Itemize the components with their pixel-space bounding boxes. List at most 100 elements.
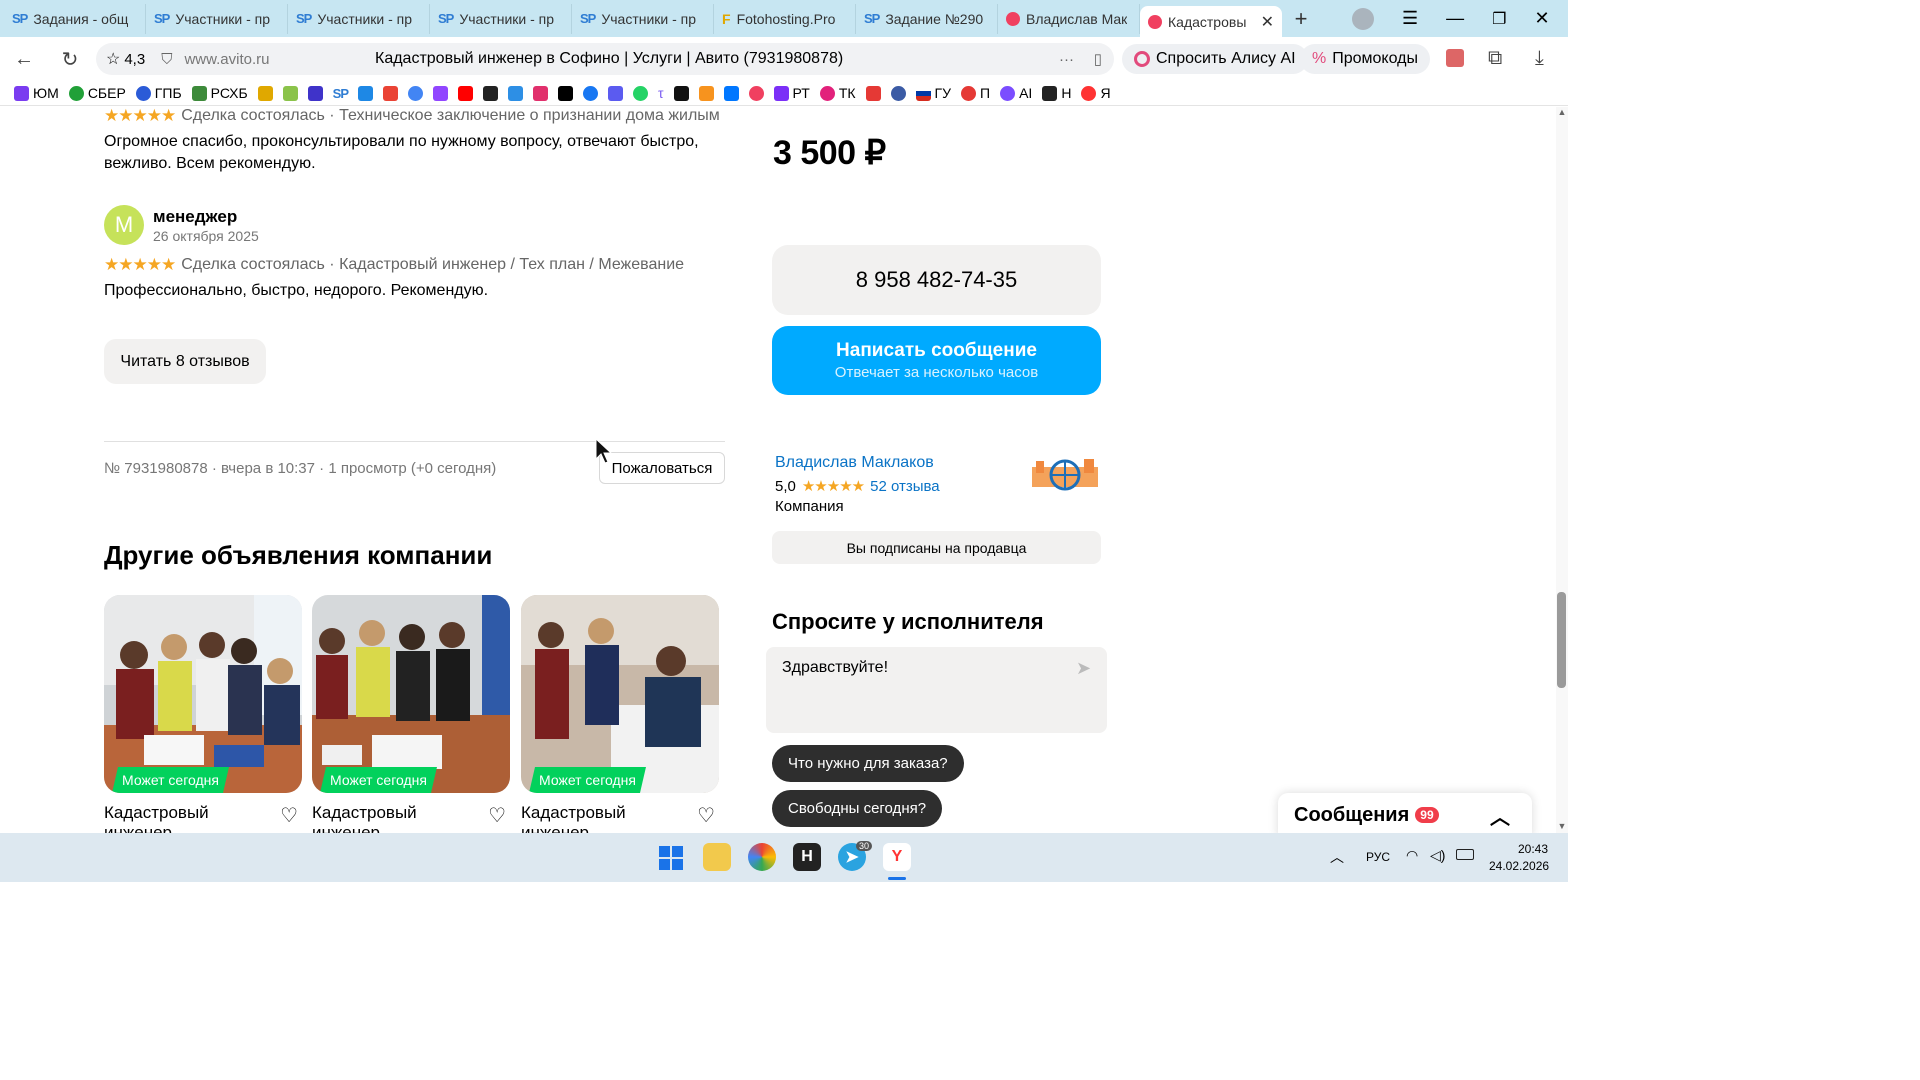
bookmark-item[interactable]: AI	[1000, 85, 1032, 101]
listing-card[interactable]: Может сегодня Кадастровый инженер ♡	[312, 595, 510, 833]
bookmark-icon[interactable]: ▯	[1094, 50, 1102, 68]
ask-alice-button[interactable]: Спросить Алису AI	[1122, 44, 1308, 74]
bookmark-item[interactable]: СБЕР	[68, 85, 126, 101]
scroll-down-arrow[interactable]: ▼	[1556, 821, 1568, 831]
browser-tab[interactable]: SP Участники - пр	[146, 3, 288, 34]
bookmark-item[interactable]: ГУ	[915, 85, 951, 101]
bookmark-item[interactable]	[723, 85, 739, 101]
favorite-heart-icon[interactable]: ♡	[280, 803, 298, 828]
bookmark-item[interactable]	[508, 85, 524, 101]
bookmark-item[interactable]	[890, 85, 906, 101]
profile-icon[interactable]	[1352, 7, 1374, 30]
bookmark-item[interactable]	[558, 85, 574, 101]
bookmark-item[interactable]: П	[961, 85, 990, 101]
bookmark-item[interactable]	[748, 85, 764, 101]
bookmark-item[interactable]	[483, 85, 499, 101]
minimize-icon[interactable]: —	[1446, 8, 1464, 29]
bookmark-item[interactable]	[633, 85, 649, 101]
close-tab-icon[interactable]: ✕	[1261, 12, 1274, 32]
promocodes-button[interactable]: % Промокоды	[1300, 44, 1430, 74]
listing-card[interactable]: Может сегодня Кадастровый инженер ♡	[521, 595, 719, 833]
back-icon[interactable]: ←	[4, 48, 44, 71]
scrollbar-thumb[interactable]	[1557, 592, 1566, 688]
bookmark-item[interactable]	[698, 85, 714, 101]
new-tab-button[interactable]: +	[1286, 4, 1316, 34]
quick-question-chip[interactable]: Свободны сегодня?	[772, 790, 943, 827]
listing-title[interactable]: Кадастровый инженер	[521, 803, 671, 833]
url-text[interactable]: www.avito.ru	[184, 51, 269, 68]
battery-icon[interactable]	[1456, 849, 1474, 860]
bookmark-item[interactable]	[433, 85, 449, 101]
browser-tab[interactable]: SP Участники - пр	[288, 3, 430, 34]
company-logo[interactable]	[1030, 455, 1100, 497]
read-reviews-button[interactable]: Читать 8 отзывов	[104, 339, 266, 384]
listing-photo[interactable]: Может сегодня	[104, 595, 302, 793]
bookmark-item[interactable]: Я	[1081, 85, 1111, 101]
listing-title[interactable]: Кадастровый инженер	[312, 803, 462, 833]
bookmark-item[interactable]	[533, 85, 549, 101]
chrome-icon[interactable]	[748, 843, 776, 871]
bookmark-item[interactable]	[583, 85, 599, 101]
restore-icon[interactable]: ❐	[1492, 9, 1506, 29]
browser-tab[interactable]: SP Участники - пр	[572, 3, 714, 34]
chevron-up-tray-icon[interactable]: ︿	[1330, 847, 1344, 867]
scrollbar[interactable]: ▲ ▼	[1556, 107, 1568, 833]
favorite-heart-icon[interactable]: ♡	[488, 803, 506, 828]
bookmark-item[interactable]	[865, 85, 881, 101]
messages-widget[interactable]: Сообщения 99 ︿	[1278, 793, 1532, 833]
h-app-icon[interactable]: H	[793, 843, 821, 871]
chevron-up-icon[interactable]: ︿	[1490, 801, 1510, 830]
listing-title[interactable]: Кадастровый инженер	[104, 803, 254, 833]
send-icon[interactable]: ➤	[1076, 658, 1091, 679]
browser-tab-active[interactable]: Кадастровы ✕	[1140, 6, 1282, 37]
bookmark-item[interactable]: РТ	[773, 85, 810, 101]
clock-date[interactable]: 24.02.2026	[1489, 859, 1549, 873]
bookmark-item[interactable]	[307, 85, 323, 101]
bookmark-item[interactable]	[383, 85, 399, 101]
bookmark-item[interactable]	[358, 85, 374, 101]
favorite-heart-icon[interactable]: ♡	[697, 803, 715, 828]
write-message-button[interactable]: Написать сообщение Отвечает за несколько…	[772, 326, 1101, 395]
listing-photo[interactable]: Может сегодня	[312, 595, 510, 793]
gallery-icon[interactable]	[1446, 49, 1464, 67]
browser-tab[interactable]: F Fotohosting.Pro	[714, 3, 856, 34]
wifi-icon[interactable]: ◠	[1406, 847, 1418, 864]
scroll-up-arrow[interactable]: ▲	[1556, 107, 1568, 117]
bookmark-item[interactable]: Н	[1042, 85, 1071, 101]
listing-photo[interactable]: Может сегодня	[521, 595, 719, 793]
bookmark-item[interactable]	[408, 85, 424, 101]
bookmark-item[interactable]: τ	[658, 85, 664, 101]
bookmark-item[interactable]	[458, 85, 474, 101]
file-explorer-icon[interactable]	[703, 843, 731, 871]
seller-name[interactable]: Владислав Маклаков	[775, 454, 934, 472]
url-box[interactable]: ☆ 4,3 ⛉ www.avito.ru Кадастровый инженер…	[96, 43, 1114, 75]
reload-icon[interactable]: ↻	[50, 47, 90, 72]
seller-reviews-link[interactable]: 52 отзыва	[870, 478, 940, 495]
clock-time[interactable]: 20:43	[1518, 842, 1548, 856]
phone-number-button[interactable]: 8 958 482-74-35	[772, 245, 1101, 315]
complain-button[interactable]: Пожаловаться	[599, 452, 725, 484]
listing-card[interactable]: Может сегодня Кадастровый инженер ♡	[104, 595, 302, 833]
browser-tab[interactable]: SP Задание №290	[856, 3, 998, 34]
bookmark-item[interactable]	[282, 85, 298, 101]
volume-icon[interactable]: ◁)	[1430, 847, 1445, 864]
windows-start-icon[interactable]	[659, 846, 683, 870]
browser-tab[interactable]: SP Участники - пр	[430, 3, 572, 34]
bookmark-item[interactable]	[257, 85, 273, 101]
browser-tab[interactable]: Владислав Мак	[998, 3, 1140, 34]
menu-icon[interactable]: ☰	[1402, 8, 1418, 29]
bookmark-item[interactable]: ЮМ	[14, 85, 59, 101]
close-window-icon[interactable]: ✕	[1534, 8, 1549, 29]
download-icon[interactable]: ⤓	[1535, 47, 1544, 70]
subscribed-button[interactable]: Вы подписаны на продавца	[772, 531, 1101, 564]
extensions-icon[interactable]: ⧉	[1488, 47, 1502, 70]
bookmark-item[interactable]: ТК	[819, 85, 856, 101]
more-icon[interactable]: ···	[1059, 51, 1074, 68]
quick-question-chip[interactable]: Что нужно для заказа?	[772, 745, 964, 782]
language-indicator[interactable]: РУС	[1366, 850, 1390, 864]
yandex-browser-icon[interactable]: Y	[883, 843, 911, 871]
browser-tab[interactable]: SP Задания - общ	[4, 3, 146, 34]
bookmark-item[interactable]	[673, 85, 689, 101]
message-textarea[interactable]: Здравствуйте!	[766, 647, 1107, 733]
bookmark-item[interactable]: SP	[333, 86, 349, 101]
